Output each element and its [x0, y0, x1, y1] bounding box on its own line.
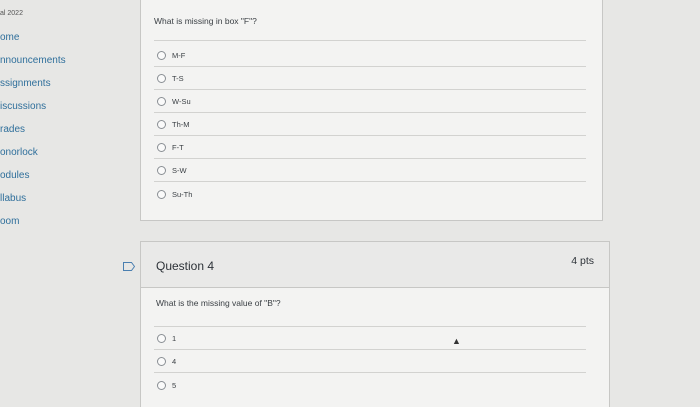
- answer-option[interactable]: F-T: [154, 137, 586, 159]
- question-title: Question 4: [156, 259, 215, 273]
- sidebar-item-assignments[interactable]: ssignments: [0, 78, 51, 89]
- answer-option[interactable]: 1: [154, 328, 586, 350]
- answer-label: 1: [172, 334, 177, 343]
- answer-label: S-W: [172, 166, 187, 175]
- flag-question-icon[interactable]: [123, 262, 135, 271]
- term-label: al 2022: [0, 10, 23, 17]
- answer-option[interactable]: Su-Th: [154, 183, 586, 205]
- sidebar-item-announcements[interactable]: nnouncements: [0, 55, 66, 66]
- sidebar-item-home[interactable]: ome: [0, 32, 19, 43]
- question-header: Question 4 4 pts: [141, 242, 609, 288]
- answer-label: Th-M: [172, 120, 190, 129]
- sidebar-item-grades[interactable]: rades: [0, 124, 25, 135]
- answer-label: W-Su: [172, 97, 191, 106]
- radio-button[interactable]: [157, 97, 166, 106]
- answer-label: F-T: [172, 143, 184, 152]
- answer-option[interactable]: S-W: [154, 160, 586, 182]
- answer-label: M-F: [172, 51, 186, 60]
- divider: [154, 40, 586, 41]
- mouse-cursor-icon: ▲: [452, 336, 461, 346]
- quiz-area: What is missing in box "F"? M-F T-S W-Su…: [140, 0, 610, 407]
- points-label: 4 pts: [571, 255, 594, 267]
- radio-button[interactable]: [157, 51, 166, 60]
- radio-button[interactable]: [157, 334, 166, 343]
- answer-option[interactable]: W-Su: [154, 91, 586, 113]
- radio-button[interactable]: [157, 143, 166, 152]
- sidebar-item-zoom[interactable]: oom: [0, 216, 19, 227]
- question-4-card: Question 4 4 pts What is the missing val…: [140, 241, 610, 407]
- radio-button[interactable]: [157, 166, 166, 175]
- answer-option[interactable]: 5: [154, 374, 586, 396]
- answer-option[interactable]: T-S: [154, 68, 586, 90]
- radio-button[interactable]: [157, 120, 166, 129]
- answer-label: 5: [172, 380, 177, 390]
- answer-label: 4: [172, 357, 177, 366]
- answer-label: Su-Th: [172, 189, 193, 199]
- divider: [154, 326, 586, 327]
- answer-label: T-S: [172, 74, 184, 83]
- answer-option[interactable]: Th-M: [154, 114, 586, 136]
- sidebar-item-honorlock[interactable]: onorlock: [0, 147, 38, 158]
- sidebar-item-discussions[interactable]: iscussions: [0, 101, 46, 112]
- sidebar-item-modules[interactable]: odules: [0, 170, 29, 181]
- question-3-card: What is missing in box "F"? M-F T-S W-Su…: [140, 0, 603, 221]
- radio-button[interactable]: [157, 380, 166, 390]
- course-sidebar: al 2022 ome nnouncements ssignments iscu…: [0, 0, 110, 407]
- sidebar-item-syllabus[interactable]: llabus: [0, 193, 26, 204]
- question-3-text: What is missing in box "F"?: [154, 16, 257, 26]
- radio-button[interactable]: [157, 357, 166, 366]
- radio-button[interactable]: [157, 189, 166, 199]
- answer-option[interactable]: M-F: [154, 45, 586, 67]
- radio-button[interactable]: [157, 74, 166, 83]
- answer-option[interactable]: 4: [154, 351, 586, 373]
- question-4-text: What is the missing value of "B"?: [156, 298, 281, 308]
